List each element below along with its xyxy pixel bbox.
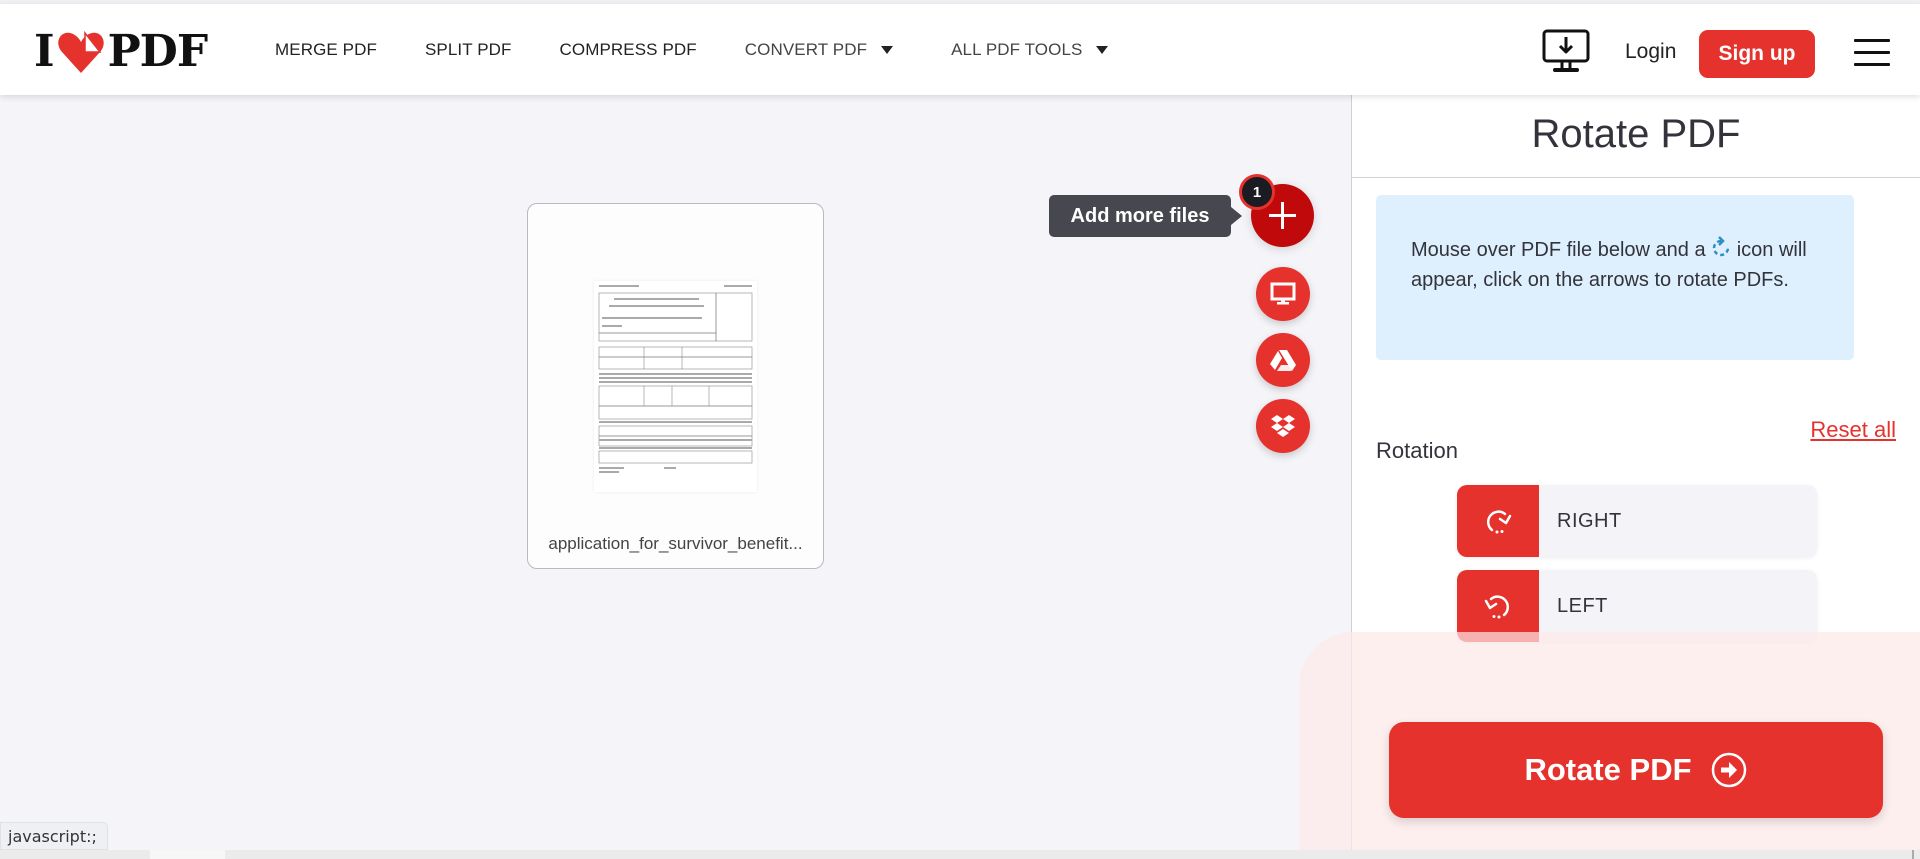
logo-text-pdf: PDF [107,26,208,77]
reset-all-link[interactable]: Reset all [1810,417,1896,443]
caret-down-icon [1096,45,1109,54]
dropbox-icon [1271,415,1295,437]
nav-compress-pdf[interactable]: COMPRESS PDF [560,40,697,60]
scrollbar-end [1912,850,1914,859]
caret-down-icon [881,45,894,54]
plus-icon [1281,202,1284,229]
file-name: application_for_survivor_benefit... [548,534,803,553]
main-nav: MERGE PDF SPLIT PDF COMPRESS PDF CONVERT… [275,4,1156,95]
horizontal-scrollbar[interactable] [0,850,1920,859]
nav-label: ALL PDF TOOLS [951,39,1083,59]
divider [1352,177,1920,178]
nav-label: COMPRESS PDF [559,39,697,59]
upload-from-computer-button[interactable] [1256,267,1310,321]
nav-label: SPLIT PDF [424,39,512,59]
pdf-file-card[interactable]: application_for_survivor_benefit... [527,203,824,569]
submit-label: Rotate PDF [1524,752,1692,787]
rotate-right-icon [1486,510,1512,534]
rotate-right-button[interactable]: RIGHT [1457,485,1817,557]
login-link[interactable]: Login [1625,40,1676,64]
hamburger-line [1854,39,1890,42]
rotate-hint-icon [1712,236,1730,257]
hamburger-menu-icon[interactable] [1854,39,1890,67]
desktop-download-icon[interactable] [1541,29,1591,75]
rotate-right-label: RIGHT [1557,509,1622,532]
add-more-files-tooltip: Add more files [1049,195,1242,237]
heart-pdf-icon [57,30,104,73]
tool-title: Rotate PDF [1531,112,1741,156]
rotate-left-icon [1484,595,1510,619]
upload-from-google-drive-button[interactable] [1256,333,1310,387]
site-header: I PDF MERGE PDF SPLIT PDF COMPRESS PDF C… [0,4,1920,95]
status-bar-url: javascript:; [0,822,108,850]
arrow-circle-right-icon [1711,752,1746,788]
rotation-label: Rotation [1376,438,1458,463]
rotate-right-icon-box [1457,485,1539,557]
file-workspace: application_for_survivor_benefit... Add … [0,95,1351,850]
info-text-part: Mouse over PDF file below and a [1411,239,1706,261]
nav-all-pdf-tools[interactable]: ALL PDF TOOLS [951,39,1109,60]
signup-button[interactable]: Sign up [1699,30,1815,78]
upload-from-dropbox-button[interactable] [1256,399,1310,453]
hamburger-line [1854,51,1890,54]
rotate-left-label: LEFT [1557,594,1608,617]
rotate-pdf-submit-button[interactable]: Rotate PDF [1389,722,1883,818]
nav-split-pdf[interactable]: SPLIT PDF [425,40,512,60]
scrollbar-thumb[interactable] [150,850,225,859]
pdf-page-preview [598,285,753,473]
hamburger-line [1854,63,1890,66]
info-box: Mouse over PDF file below and a icon wil… [1376,195,1854,360]
pdf-thumbnail [594,281,757,492]
logo-text-i: I [34,26,55,77]
monitor-icon [1270,282,1296,305]
google-drive-icon [1270,350,1296,371]
file-count-badge: 1 [1239,174,1275,210]
nav-label: CONVERT PDF [744,39,868,59]
nav-convert-pdf[interactable]: CONVERT PDF [744,39,894,60]
info-text: Mouse over PDF file below and a icon wil… [1411,235,1831,295]
nav-merge-pdf[interactable]: MERGE PDF [275,40,377,60]
nav-label: MERGE PDF [275,39,377,59]
ilovepdf-logo[interactable]: I PDF [34,26,208,77]
